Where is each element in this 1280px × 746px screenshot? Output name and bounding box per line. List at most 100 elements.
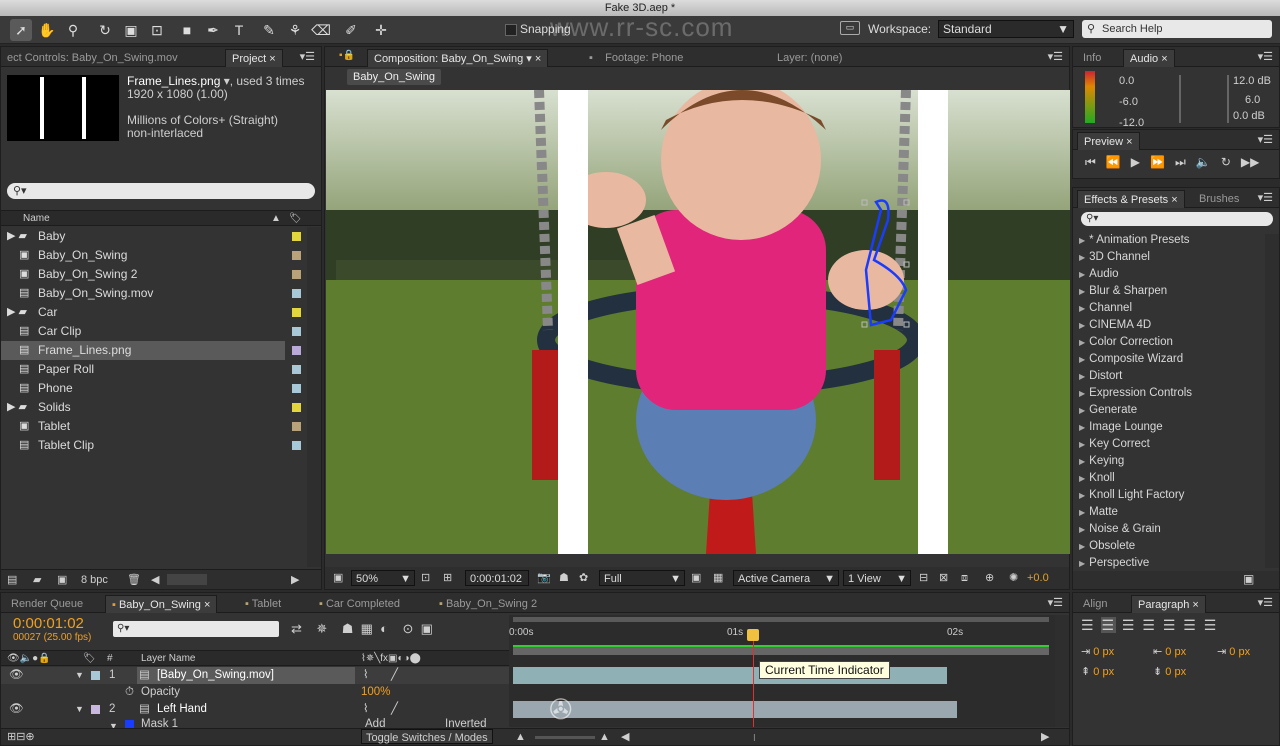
eye-icon[interactable]: 👁	[9, 667, 24, 684]
eye-icon[interactable]: 👁	[9, 701, 24, 718]
effects-category[interactable]: ▶ Channel	[1073, 300, 1132, 317]
safe-zones-icon[interactable]: ⊞	[443, 567, 452, 589]
toggle-panes-icon[interactable]: ⊞⊟⊕	[7, 729, 35, 745]
effects-category[interactable]: ▶ Distort	[1073, 368, 1122, 385]
always-preview-icon[interactable]: ▣	[333, 567, 343, 589]
expand-triangle-icon[interactable]: ▶	[1079, 457, 1085, 466]
toggle-view-icon[interactable]: ⊠	[939, 567, 948, 589]
selection-tool-icon[interactable]: ➚	[10, 19, 32, 41]
zoom-select[interactable]: 50% ▼	[351, 570, 415, 586]
label-color-swatch[interactable]	[292, 327, 301, 336]
rectangle-tool-icon[interactable]: ■	[176, 19, 198, 41]
snapping-checkbox[interactable]	[505, 24, 517, 36]
project-item[interactable]: ▤ Baby_On_Swing.mov	[1, 284, 306, 303]
work-area-bar[interactable]	[513, 617, 1049, 622]
collapse-switch-icon[interactable]: ⌇	[363, 667, 369, 684]
view-layout-select[interactable]: 1 View ▼	[843, 570, 911, 586]
comp-mini-flowchart-icon[interactable]: ⇄	[291, 621, 302, 636]
label-color-swatch[interactable]	[292, 384, 301, 393]
flowchart-icon[interactable]: ⊕	[985, 567, 994, 589]
timeline-current-time[interactable]: 0:00:01:02	[13, 615, 84, 632]
expand-triangle-icon[interactable]: ▶	[1079, 236, 1085, 245]
timeline-scrollbar[interactable]	[1055, 615, 1069, 727]
mask-color-swatch[interactable]	[125, 720, 134, 728]
effects-category[interactable]: ▶ CINEMA 4D	[1073, 317, 1151, 334]
3d-renderer-icon[interactable]: ⧈	[961, 567, 968, 589]
expand-triangle-icon[interactable]: ▶	[1079, 440, 1085, 449]
workspace-select[interactable]: Standard ▼	[938, 20, 1074, 38]
mask-inverted-checkbox[interactable]: Inverted	[445, 718, 487, 728]
expand-triangle-icon[interactable]: ▶	[1079, 287, 1085, 296]
project-item[interactable]: ▣ Baby_On_Swing 2	[1, 265, 306, 284]
panel-menu-icon[interactable]: ▾☰	[1258, 191, 1273, 204]
expand-triangle-icon[interactable]: ▶	[1079, 321, 1085, 330]
show-snapshot-icon[interactable]: ☗	[559, 567, 569, 589]
first-line-indent-field[interactable]: ⇥ 0 px	[1217, 645, 1250, 658]
label-color-swatch[interactable]	[292, 232, 301, 241]
snapshot-icon[interactable]: 📷	[537, 567, 551, 589]
expand-triangle-icon[interactable]: ▶	[1079, 406, 1085, 415]
effects-category[interactable]: ▶ Matte	[1073, 504, 1118, 521]
search-help-input[interactable]: ⚲ Search Help	[1082, 20, 1272, 38]
toggle-switches-modes-button[interactable]: Toggle Switches / Modes	[361, 729, 493, 744]
chevron-down-icon[interactable]: ▾	[220, 74, 230, 88]
tab-baby-on-swing-2[interactable]: ▪ Baby_On_Swing 2	[433, 595, 543, 613]
effects-category[interactable]: ▶ 3D Channel	[1073, 249, 1150, 266]
hand-tool-icon[interactable]: ✋	[36, 19, 58, 41]
tab-audio[interactable]: Audio ×	[1123, 49, 1175, 67]
brush-tool-icon[interactable]: ✎	[258, 19, 280, 41]
timeline-search-input[interactable]: ⚲▾	[113, 621, 279, 637]
project-item[interactable]: ▶ ▰ Baby	[1, 227, 306, 246]
ram-preview-icon[interactable]: ▶▶	[1241, 155, 1259, 169]
exposure-icon[interactable]: ✺	[1009, 567, 1018, 589]
mask-mode-select[interactable]: Add	[365, 718, 385, 728]
effects-category[interactable]: ▶ Color Correction	[1073, 334, 1173, 351]
tab-baby-on-swing[interactable]: ▪ Baby_On_Swing ×	[105, 595, 218, 613]
project-item[interactable]: ▶ ▰ Car	[1, 303, 306, 322]
tab-effects-presets[interactable]: Effects & Presets ×	[1077, 190, 1185, 208]
collapse-switch-icon[interactable]: ⌇	[363, 701, 369, 718]
expand-triangle-icon[interactable]: ▶	[1079, 372, 1085, 381]
tab-car-completed[interactable]: ▪ Car Completed	[313, 595, 406, 613]
text-tool-icon[interactable]: T	[228, 19, 250, 41]
shy-icon[interactable]: ☗	[342, 621, 354, 636]
panel-menu-icon[interactable]: ▾☰	[1048, 596, 1063, 609]
comp-breadcrumb[interactable]: Baby_On_Swing	[347, 69, 441, 85]
tab-tablet[interactable]: ▪ Tablet	[239, 595, 287, 613]
property-row[interactable]: ⏱ Opacity 100%	[1, 684, 509, 701]
expand-triangle-icon[interactable]: ▶	[1079, 474, 1085, 483]
puppet-tool-icon[interactable]: ✛	[370, 19, 392, 41]
panel-menu-icon[interactable]: ▾☰	[1048, 50, 1063, 63]
scroll-left-icon[interactable]: ◀	[151, 570, 159, 590]
effects-category[interactable]: ▶ Keying	[1073, 453, 1124, 470]
mask-row[interactable]: ▼ Mask 1 Add Inverted	[1, 718, 509, 728]
zoom-out-icon[interactable]: ▲	[515, 729, 526, 745]
bpc-button[interactable]: 8 bpc	[81, 570, 108, 590]
label-column-icon[interactable]: 🏷	[289, 211, 302, 226]
brainstorm-icon[interactable]: ▣	[421, 621, 433, 636]
expand-triangle-icon[interactable]: ▶	[1079, 542, 1085, 551]
expand-triangle-icon[interactable]: ▶	[1079, 423, 1085, 432]
effects-category[interactable]: ▶ Blur & Sharpen	[1073, 283, 1167, 300]
graph-editor-icon[interactable]: ⊙	[402, 621, 413, 636]
indent-left-field[interactable]: ⇥ 0 px	[1081, 645, 1114, 658]
space-before-field[interactable]: ⇞ 0 px	[1081, 665, 1114, 678]
column-layer-name[interactable]: Layer Name	[141, 651, 195, 666]
expand-triangle-icon[interactable]: ▶	[1079, 270, 1085, 279]
scroll-right-icon[interactable]: ▶	[1041, 729, 1049, 745]
project-item[interactable]: ▣ Tablet	[1, 417, 306, 436]
project-item[interactable]: ▤ Frame_Lines.png	[1, 341, 301, 360]
layer-name[interactable]: [Baby_On_Swing.mov]	[157, 667, 274, 684]
project-item[interactable]: ▤ Paper Roll	[1, 360, 306, 379]
align-left-icon[interactable]: ☰	[1081, 617, 1096, 633]
draft-3d-icon[interactable]: ✵	[316, 621, 327, 636]
panel-menu-icon[interactable]: ▾☰	[300, 50, 315, 63]
interpret-footage-icon[interactable]: ▤	[7, 570, 17, 590]
project-search-input[interactable]: ⚲▾	[7, 183, 315, 199]
effects-category[interactable]: ▶ Audio	[1073, 266, 1119, 283]
zoom-in-icon[interactable]: ▲	[599, 729, 610, 745]
space-after-field[interactable]: ⇟ 0 px	[1153, 665, 1186, 678]
next-frame-icon[interactable]: ⏩	[1150, 155, 1165, 169]
zoom-tool-icon[interactable]: ⚲	[62, 19, 84, 41]
transparency-grid-icon[interactable]: ▦	[713, 567, 723, 589]
